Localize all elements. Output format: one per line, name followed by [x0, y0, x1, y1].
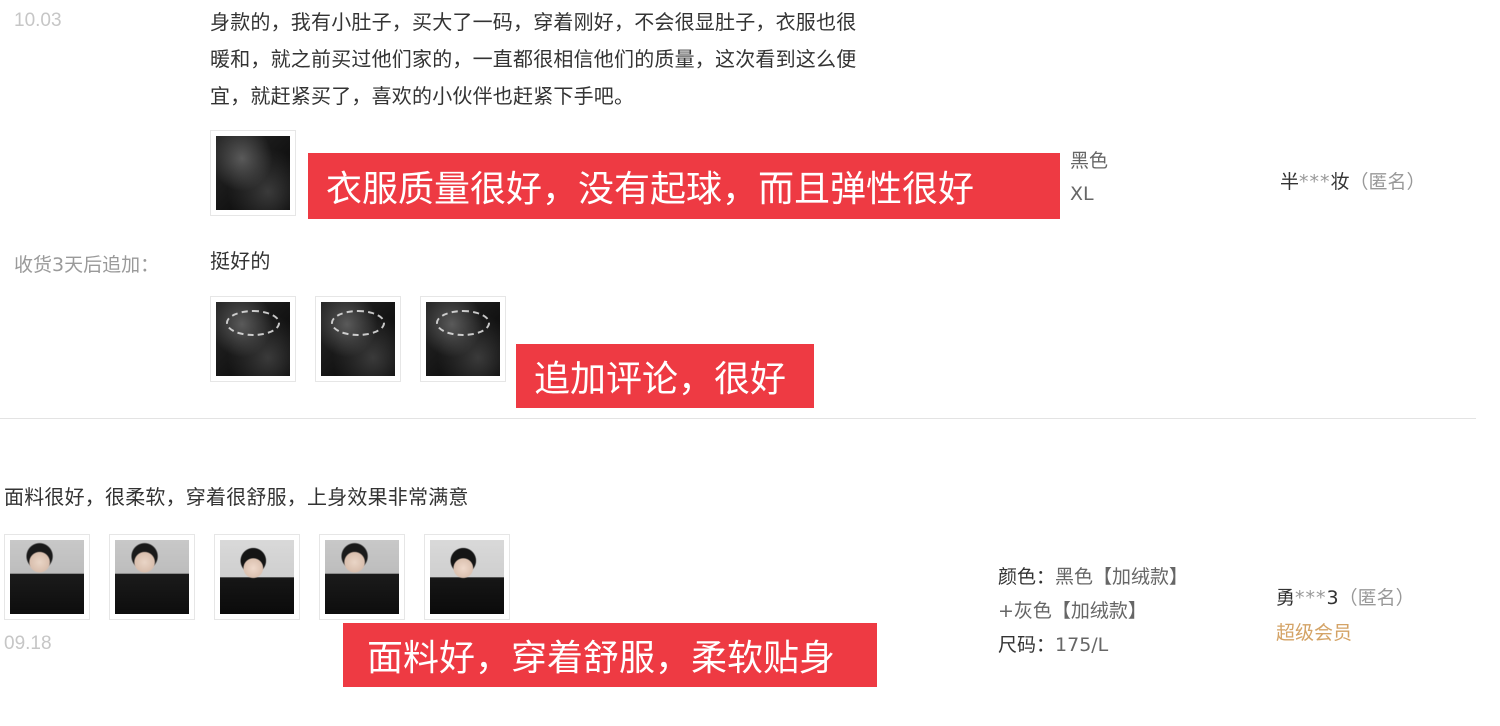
sku-size-value: XL [1070, 183, 1094, 205]
highlight-banner: 面料好，穿着舒服，柔软贴身 [343, 623, 877, 687]
append-photo-thumbnail[interactable] [420, 296, 506, 382]
review-photo-thumbnail[interactable] [109, 534, 195, 620]
sparkle-decoration [436, 310, 490, 336]
review-photo [216, 136, 290, 210]
review-date: 10.03 [14, 10, 62, 31]
append-text: 挺好的 [210, 249, 271, 273]
review-divider [0, 418, 1476, 419]
review-photo-thumbnail[interactable] [424, 534, 510, 620]
append-photo [321, 302, 395, 376]
highlight-banner: 追加评论，很好 [516, 344, 814, 408]
review-text: 面料很好，很柔软，穿着很舒服，上身效果非常满意 [4, 485, 469, 509]
append-photo [426, 302, 500, 376]
highlight-banner: 衣服质量很好，没有起球，而且弹性很好 [308, 153, 1060, 219]
review-photo-thumbnail[interactable] [319, 534, 405, 620]
sku-size: 尺码：175/L [998, 634, 1109, 656]
vip-badge: 超级会员 [1276, 622, 1353, 644]
review-photo [220, 540, 294, 614]
sparkle-decoration [331, 310, 385, 336]
review-text: 身款的，我有小肚子，买大了一码，穿着刚好，不会很显肚子，衣服也很 暖和，就之前买… [210, 4, 970, 115]
review-text-line: 暖和，就之前买过他们家的，一直都很相信他们的质量，这次看到这么便 [210, 47, 857, 71]
review-photo-thumbnail[interactable] [210, 130, 296, 216]
sparkle-decoration [226, 310, 280, 336]
review-text-line: 宜，就赶紧买了，喜欢的小伙伴也赶紧下手吧。 [210, 84, 635, 108]
reviewer-name[interactable]: 半***妆（匿名） [1280, 167, 1426, 194]
review-text-line: 身款的，我有小肚子，买大了一码，穿着刚好，不会很显肚子，衣服也很 [210, 10, 857, 34]
review-photo [430, 540, 504, 614]
sku-info: 颜色：黑色【加绒款】 +灰色【加绒款】 尺码：175/L [998, 560, 1188, 662]
review-photo-thumbnail[interactable] [4, 534, 90, 620]
review-date: 09.18 [4, 633, 52, 654]
append-photo-thumbnail[interactable] [210, 296, 296, 382]
append-label: 收货3天后追加： [14, 254, 160, 276]
append-photo [216, 302, 290, 376]
sku-color-value: 黑色 [1070, 150, 1109, 172]
review-photo [10, 540, 84, 614]
review-photo [115, 540, 189, 614]
review-photo [325, 540, 399, 614]
append-photo-thumbnail[interactable] [315, 296, 401, 382]
review-photo-thumbnail[interactable] [214, 534, 300, 620]
sku-color-extra: +灰色【加绒款】 [998, 600, 1147, 622]
reviewer-name[interactable]: 勇***3（匿名） [1276, 583, 1415, 610]
sku-color: 颜色：黑色【加绒款】 [998, 566, 1189, 588]
